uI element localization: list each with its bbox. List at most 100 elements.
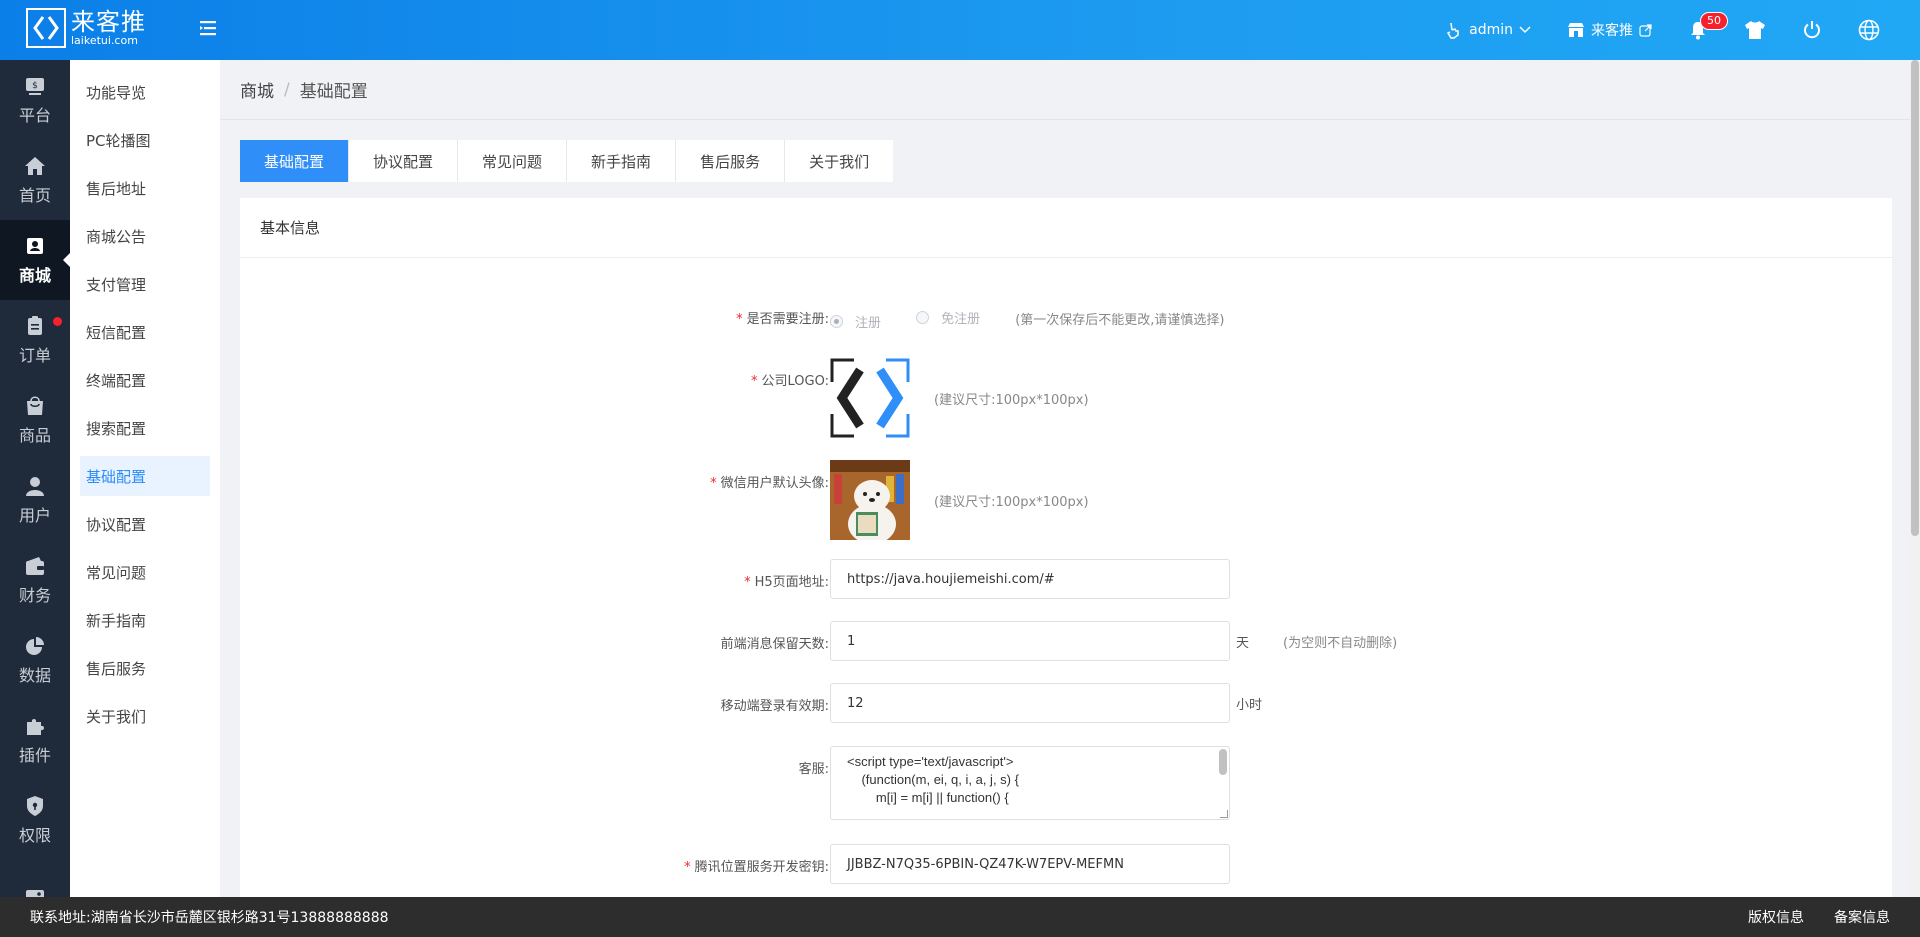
user-icon: [26, 476, 44, 496]
order-alert-dot: [53, 317, 62, 326]
tab-aftersale[interactable]: 售后服务: [676, 140, 786, 182]
default-avatar-image[interactable]: [830, 460, 910, 544]
rail-label: 插件: [18, 745, 51, 765]
rail-label: 财务: [18, 585, 51, 605]
footer-address: 联系地址:湖南省长沙市岳麓区银杉路31号13888888888: [30, 910, 389, 926]
menu-collapse-icon[interactable]: [198, 18, 220, 40]
rail-item-media[interactable]: [0, 860, 70, 897]
submenu-item-payment[interactable]: 支付管理: [80, 264, 210, 304]
user-menu[interactable]: admin: [1427, 0, 1549, 60]
main-content: 商城 / 基础配置 基础配置 协议配置 常见问题 新手指南 售后服务 关于我们 …: [220, 60, 1910, 897]
rail-item-permission[interactable]: 权限: [0, 780, 70, 860]
rail-item-home[interactable]: 首页: [0, 140, 70, 220]
radio-dot: [916, 311, 930, 324]
platform-icon: $: [26, 77, 44, 95]
register-hint: (第一次保存后不能更改,请谨慎选择): [1015, 313, 1225, 328]
tab-guide[interactable]: 新手指南: [567, 140, 677, 182]
submenu-item-announcement[interactable]: 商城公告: [80, 216, 210, 256]
rail-label: 数据: [18, 665, 51, 685]
puzzle-icon: [27, 718, 44, 735]
customer-service-textarea[interactable]: <script type='text/javascript'> (functio…: [830, 746, 1230, 820]
rail-item-store[interactable]: 商城: [0, 220, 70, 300]
submenu-item-aftersale-service[interactable]: 售后服务: [80, 648, 210, 688]
submenu-item-basic-config[interactable]: 基础配置: [80, 456, 210, 496]
tab-agreement[interactable]: 协议配置: [349, 140, 459, 182]
rail-item-finance[interactable]: 财务: [0, 540, 70, 620]
h5-url-label: * H5页面地址:: [744, 575, 829, 590]
textarea-resize-handle[interactable]: [1220, 810, 1228, 818]
logo-title: 来客推: [71, 8, 146, 36]
rail-item-order[interactable]: 订单: [0, 300, 70, 380]
rail-label: 用户: [18, 505, 51, 525]
avatar-hint: (建议尺寸:100px*100px): [934, 494, 1089, 510]
login-valid-input[interactable]: 12: [830, 683, 1230, 723]
username: admin: [1469, 22, 1513, 38]
rail-item-user[interactable]: 用户: [0, 460, 70, 540]
store-link[interactable]: 来客推: [1549, 0, 1670, 60]
page-scrollbar[interactable]: [1910, 60, 1920, 897]
submenu-item-about[interactable]: 关于我们: [80, 696, 210, 736]
radio-dot: [830, 315, 843, 328]
rail-item-goods[interactable]: 商品: [0, 380, 70, 460]
message-days-hint: (为空则不自动删除): [1283, 635, 1398, 651]
submenu-item-feature-guide[interactable]: 功能导览: [80, 72, 210, 112]
rail-label: 商城: [18, 265, 51, 285]
submenu-item-search[interactable]: 搜索配置: [80, 408, 210, 448]
shield-icon: [27, 795, 43, 816]
submenu-item-aftersale-address[interactable]: 售后地址: [80, 168, 210, 208]
tencent-key-input[interactable]: JJBBZ-N7Q35-6PBIN-QZ47K-W7EPV-MEFMN: [830, 844, 1230, 884]
config-tabs: 基础配置 协议配置 常见问题 新手指南 售后服务 关于我们: [240, 140, 894, 182]
notification-button[interactable]: 50: [1670, 0, 1728, 60]
basic-info-card: 基本信息 * 是否需要注册: 注册 免注册 (第一次保存后不能更改,请谨慎选择) …: [240, 198, 1892, 897]
submenu-item-faq[interactable]: 常见问题: [80, 552, 210, 592]
top-header: 来客推 laiketui.com admin 来客推 50: [0, 0, 1920, 60]
tab-basic-config[interactable]: 基础配置: [240, 140, 350, 182]
shop-icon: [1568, 23, 1584, 37]
tab-about[interactable]: 关于我们: [785, 140, 893, 182]
radio-no-register[interactable]: 免注册: [916, 308, 980, 327]
submenu-item-sms[interactable]: 短信配置: [80, 312, 210, 352]
submenu-item-pc-banner[interactable]: PC轮播图: [80, 120, 210, 160]
theme-button[interactable]: [1726, 0, 1784, 60]
breadcrumb-root[interactable]: 商城: [240, 77, 274, 102]
tab-faq[interactable]: 常见问题: [458, 140, 568, 182]
home-icon: [25, 156, 45, 175]
textarea-scrollbar[interactable]: [1219, 749, 1227, 775]
breadcrumb-current: 基础配置: [299, 82, 368, 102]
logo-label: * 公司LOGO:: [751, 374, 829, 389]
logout-button[interactable]: [1784, 0, 1840, 60]
rail-label: 商品: [18, 425, 51, 445]
scrollbar-thumb[interactable]: [1911, 60, 1919, 536]
app-logo[interactable]: 来客推 laiketui.com: [26, 8, 146, 48]
company-logo-image[interactable]: [830, 358, 910, 438]
radio-register[interactable]: 注册: [830, 312, 881, 331]
rail-label: 权限: [18, 825, 51, 845]
store-name: 来客推: [1591, 23, 1633, 39]
submenu-item-agreement[interactable]: 协议配置: [80, 504, 210, 544]
globe-icon: [1858, 19, 1880, 41]
tencent-key-label: * 腾讯位置服务开发密钥:: [684, 860, 829, 875]
footer-copyright-link[interactable]: 版权信息: [1748, 907, 1804, 927]
breadcrumb-separator: /: [284, 79, 290, 100]
rail-item-plugin[interactable]: 插件: [0, 700, 70, 780]
breadcrumb: 商城 / 基础配置: [220, 60, 1910, 120]
rail-item-platform[interactable]: $ 平台: [0, 60, 70, 140]
avatar-label: * 微信用户默认头像:: [710, 476, 829, 491]
logo-hint: (建议尺寸:100px*100px): [934, 392, 1089, 408]
language-button[interactable]: [1840, 0, 1920, 60]
customer-service-label: 客服:: [798, 762, 829, 777]
store-icon: [27, 237, 43, 254]
submenu-item-terminal[interactable]: 终端配置: [80, 360, 210, 400]
svg-text:$: $: [32, 81, 38, 91]
login-valid-unit: 小时: [1236, 697, 1263, 713]
submenu-item-guide[interactable]: 新手指南: [80, 600, 210, 640]
wallet-icon: [26, 556, 44, 575]
message-days-input[interactable]: 1: [830, 621, 1230, 661]
rail-item-data[interactable]: 数据: [0, 620, 70, 700]
hand-icon: [1447, 22, 1459, 39]
message-days-label: 前端消息保留天数:: [720, 637, 829, 652]
h5-url-input[interactable]: https://java.houjiemeishi.com/#: [830, 559, 1230, 599]
external-link-icon: [1639, 23, 1652, 37]
page-footer: 联系地址:湖南省长沙市岳麓区银杉路31号13888888888 版权信息 备案信…: [0, 897, 1920, 937]
footer-icp-link[interactable]: 备案信息: [1834, 907, 1890, 927]
